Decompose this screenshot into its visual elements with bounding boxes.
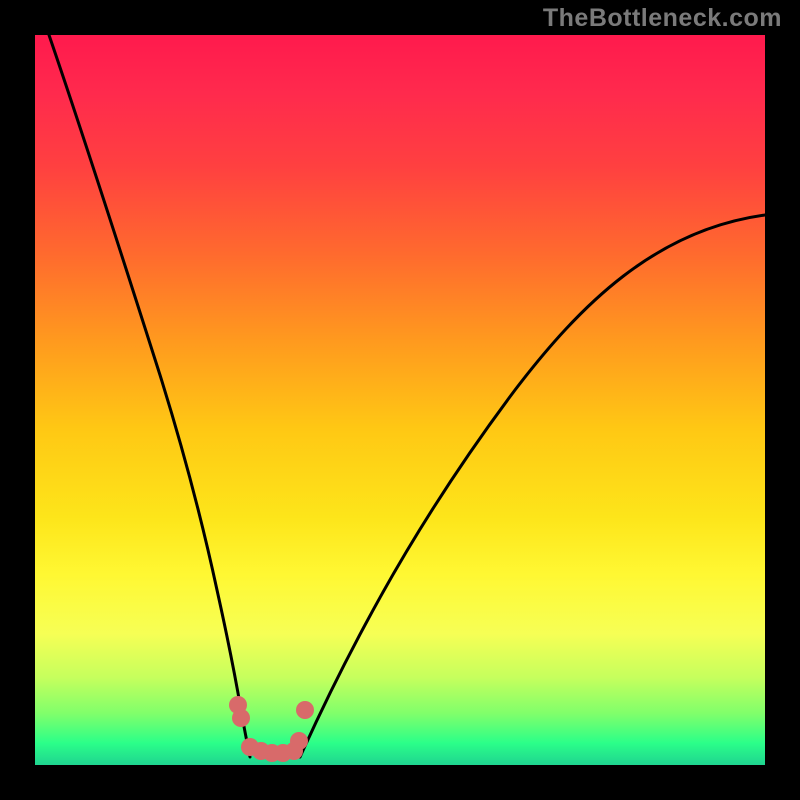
curve-right-arm bbox=[300, 215, 765, 757]
valley-markers bbox=[229, 696, 314, 762]
plot-area bbox=[35, 35, 765, 765]
watermark-text: TheBottleneck.com bbox=[543, 4, 782, 33]
marker-dot bbox=[296, 701, 314, 719]
curve-layer bbox=[35, 35, 765, 765]
chart-container: TheBottleneck.com bbox=[0, 0, 800, 800]
curve-left-arm bbox=[49, 35, 250, 757]
marker-dot bbox=[290, 732, 308, 750]
marker-dot bbox=[232, 709, 250, 727]
